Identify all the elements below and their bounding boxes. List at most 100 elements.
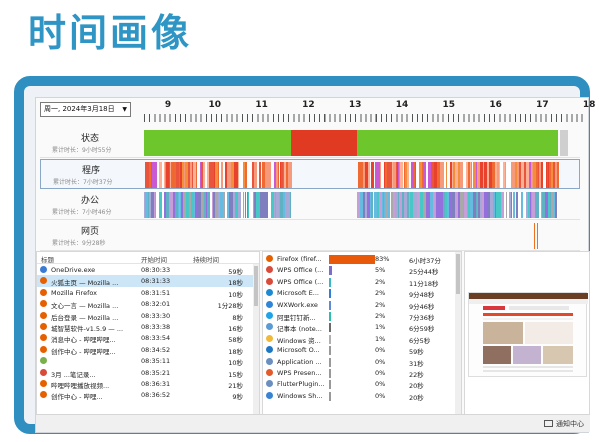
app-usage-bar [329,255,375,264]
office-segment[interactable] [557,192,558,218]
window-start: 08:34:52 [141,345,171,354]
app-icon [266,357,273,365]
notify-center-button[interactable]: 通知中心 [544,419,584,429]
app-usage-bar [329,334,331,344]
wps-icon [266,277,273,285]
chevron-down-icon: ▼ [122,106,127,113]
row-label: 网页 [80,227,99,237]
col-duration[interactable]: 持续时间 [193,254,219,264]
app-time: 20秒 [409,393,424,402]
row-label: 办公 [80,196,99,206]
app-row[interactable]: FlutterPlugin... 0% 20秒 [263,378,461,390]
window-row[interactable]: 3月 ...笔记录... 08:35:21 15秒 [37,367,259,379]
ruler-ticks [144,114,584,122]
window-row[interactable]: 消息中心 - 哔哩哔哩... 08:33:54 58秒 [37,332,259,344]
app-row[interactable]: Application ... 0% 31秒 [263,356,461,368]
hour-label-16: 16 [489,100,502,110]
window-row[interactable]: Mozilla Firefox 08:31:51 10秒 [37,287,259,299]
status-segment-idle[interactable] [290,130,358,156]
app-row[interactable]: Windows 资... 1% 6分5秒 [263,333,461,345]
app-row[interactable]: 记事本 (note... 1% 6分59秒 [263,321,461,333]
col-start[interactable]: 开始时间 [141,254,167,264]
col-title[interactable]: 标题 [41,254,54,264]
status-segment-active[interactable] [144,130,291,156]
row-program[interactable]: 程序 累计时长：7小时37分 [40,159,580,189]
status-segment-active[interactable] [357,130,558,156]
firefox-icon [40,391,47,399]
window-row[interactable]: OneDrive.exe 08:30:33 59秒 [37,264,259,276]
hour-label-15: 15 [442,100,456,110]
window-duration: 9秒 [232,393,243,402]
app-name: Microsoft E... [277,289,319,298]
window-start: 08:33:38 [141,322,171,331]
app-percent: 2% [375,300,386,309]
office-segment[interactable] [290,192,291,218]
window-start: 08:32:01 [141,300,171,309]
window-row[interactable]: 08:35:11 10秒 [37,355,259,367]
program-segment[interactable] [290,162,292,188]
window-list: OneDrive.exe 08:30:33 59秒 火狐主页 — Mozilla ..… [37,264,259,401]
row-duration: 累计时长：7小时37分 [53,179,113,186]
windows-icon [266,391,273,399]
program-track[interactable] [145,162,559,188]
firefox-icon [40,345,47,353]
edge-icon [266,289,273,297]
row-duration: 累计时长：9小时55分 [52,147,112,154]
wps-icon [40,368,47,376]
window-list-scrollbar[interactable] [253,264,259,414]
firefox-icon [40,322,47,330]
screenshot-thumbnail[interactable] [468,292,588,377]
window-row[interactable]: 文心一言 — Mozilla ... 08:32:01 1分28秒 [37,298,259,310]
window-row[interactable]: 城智慧软件-v1.5.9 — ... 08:33:38 16秒 [37,321,259,333]
row-office[interactable]: 办公 累计时长：7小时46分 [40,190,580,220]
web-segment[interactable] [536,223,539,249]
firefox-icon [40,277,47,285]
window-start: 08:31:51 [141,288,171,297]
row-web[interactable]: 网页 累计时长：9分28秒 [40,221,580,251]
app-row[interactable]: WPS Office (... 5% 25分44秒 [263,264,461,276]
wps-present-icon [266,368,273,376]
app-icon [40,357,47,365]
status-track[interactable] [144,130,558,156]
app-row[interactable]: WPS Office (... 2% 11分18秒 [263,276,461,288]
app-row[interactable]: Microsoft O... 0% 59秒 [263,344,461,356]
app-name: Firefox (firef... [277,255,322,263]
app-percent: 0% [375,391,386,400]
window-row[interactable]: 火狐主页 — Mozilla ... 08:31:33 18秒 [37,275,259,287]
firefox-icon [40,300,47,308]
detail-area: 标题 开始时间 持续时间 OneDrive.exe 08:30:33 59秒 火狐主页… [36,251,590,416]
window-title: Mozilla Firefox [51,288,97,297]
app-row[interactable]: WXWork.exe 2% 9分46秒 [263,299,461,311]
wxwork-icon [266,300,273,308]
notification-icon [544,420,553,427]
app-percent: 5% [375,266,386,275]
app-percent: 1% [375,334,386,343]
hour-label-18: 18 [582,100,596,110]
app-list-scrollbar[interactable] [455,252,461,414]
web-segment[interactable] [533,223,536,249]
web-track[interactable] [144,223,558,249]
app-row[interactable]: Firefox (firef... 83% 6小时37分 [263,253,461,265]
app-row[interactable]: WPS Presen... 0% 22秒 [263,367,461,379]
row-status[interactable]: 状态 累计时长：9小时55分 [40,128,580,158]
window-list-header: 标题 开始时间 持续时间 [37,252,259,264]
app-percent: 2% [375,311,386,320]
window-row[interactable]: 后台登录 — Mozilla ... 08:33:30 8秒 [37,310,259,322]
app-list: Firefox (firef... 83% 6小时37分 WPS Office (..… [263,252,461,402]
window-row[interactable]: 创作中心 - 哔哩... 08:36:52 9秒 [37,389,259,402]
firefox-icon [40,334,47,342]
app-name: Microsoft O... [277,346,320,355]
window-row[interactable]: 哔哩哔哩播放视频... 08:36:31 21秒 [37,378,259,390]
app-row[interactable]: 阿里钉钉新... 2% 7分36秒 [263,310,461,322]
date-dropdown[interactable]: 周一, 2024年3月18日 ▼ [40,102,131,117]
window-row[interactable]: 创作中心 - 哔哩哔哩... 08:34:52 18秒 [37,344,259,356]
app-usage-bar [329,368,331,378]
window-start: 08:36:52 [141,391,171,400]
app-row[interactable]: Windows Sh... 0% 20秒 [263,390,461,402]
app-icon [266,380,273,388]
status-bar: 通知中心 [36,414,590,432]
app-row[interactable]: Microsoft E... 2% 9分48秒 [263,287,461,299]
app-usage-bar [329,323,331,333]
status-track-end [560,130,568,156]
office-track[interactable] [144,192,558,218]
